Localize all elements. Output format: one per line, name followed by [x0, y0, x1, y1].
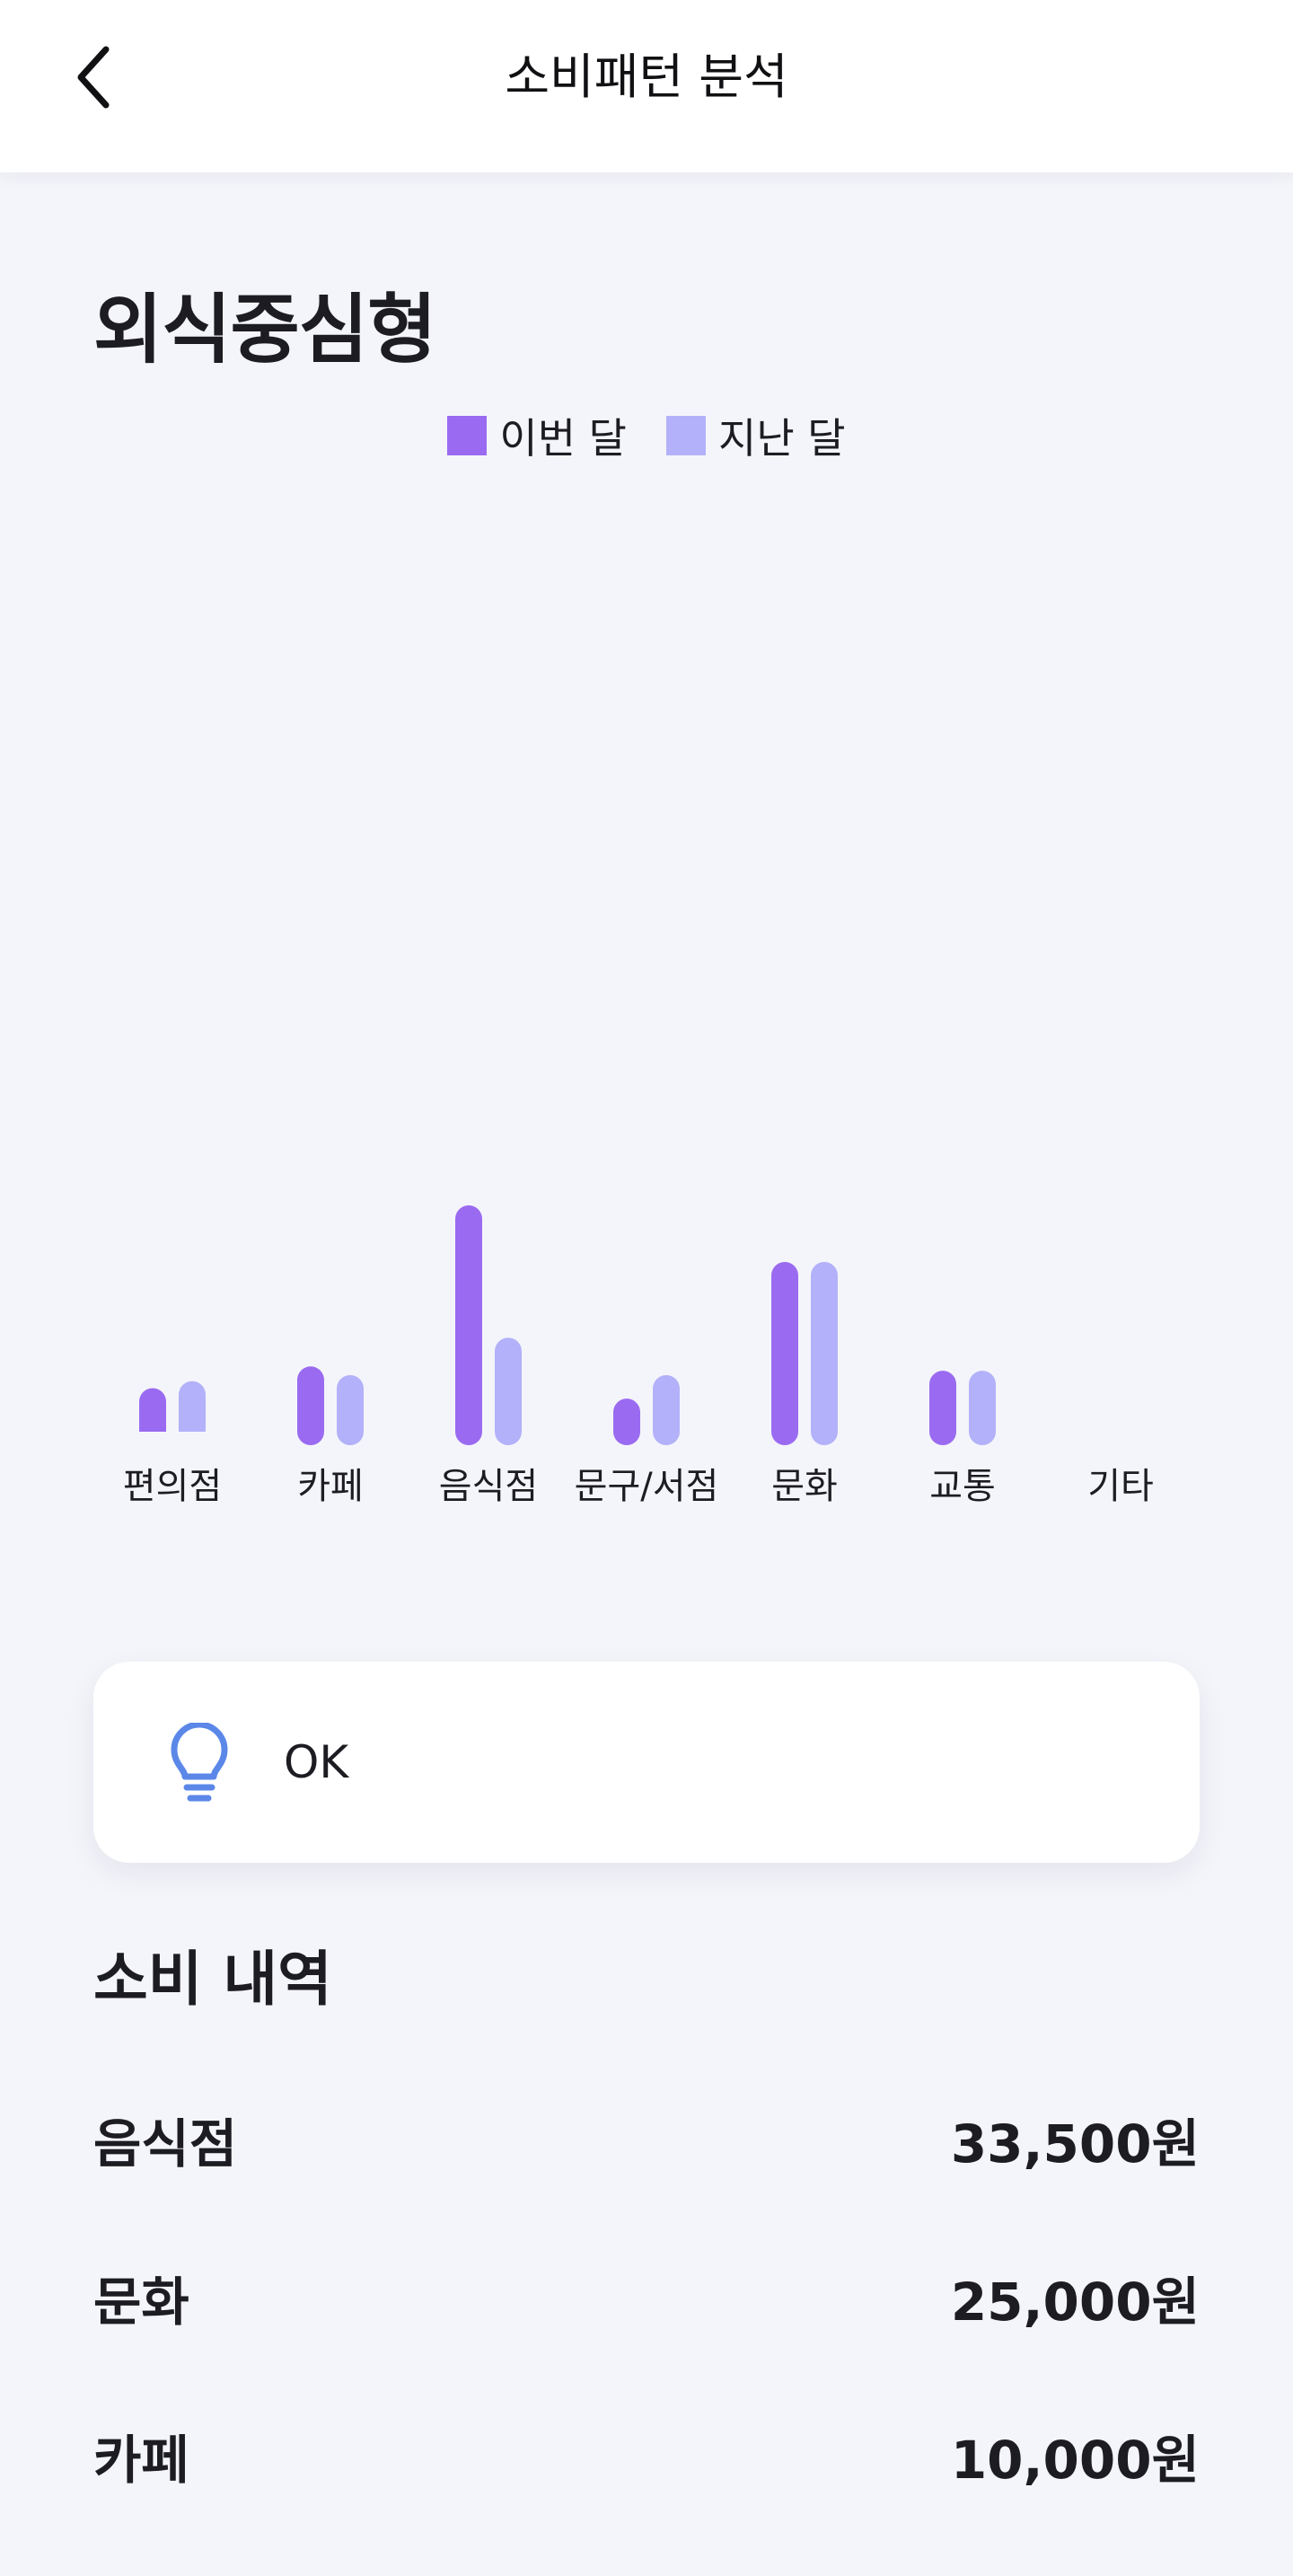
bar-this-month — [297, 1366, 324, 1445]
tip-text: OK — [284, 1736, 349, 1788]
bar-last-month — [653, 1375, 680, 1445]
tip-card: OK — [93, 1662, 1200, 1863]
legend-item-this-month: 이번 달 — [447, 406, 627, 465]
x-tick-label: 문화 — [771, 1466, 838, 1507]
list-item[interactable]: 음식점 33,500원 — [93, 2102, 1200, 2260]
bar-this-month — [929, 1371, 956, 1445]
bar-this-month — [613, 1398, 640, 1445]
legend-item-last-month: 지난 달 — [666, 406, 846, 465]
spending-type-title: 외식중심형 — [93, 286, 436, 374]
spending-category: 문화 — [93, 2272, 189, 2333]
list-item[interactable]: 카페 10,000원 — [93, 2418, 1200, 2576]
x-tick-label: 교통 — [929, 1466, 996, 1507]
list-item[interactable]: 문화 25,000원 — [93, 2260, 1200, 2418]
spending-amount: 10,000원 — [950, 2430, 1200, 2491]
bar-last-month — [969, 1371, 996, 1445]
lightbulb-icon — [163, 1721, 235, 1805]
spending-section-title: 소비 내역 — [93, 1945, 332, 2014]
page-title: 소비패턴 분석 — [505, 49, 788, 105]
spending-bar-chart: 편의점 카페 음식점 문구/서점 문화 교통 기타 — [0, 1205, 1293, 1507]
spending-list: 음식점 33,500원 문화 25,000원 카페 10,000원 — [93, 2102, 1200, 2576]
legend-swatch-last-month — [666, 416, 706, 455]
legend-label-last-month: 지난 달 — [718, 414, 846, 463]
spending-category: 카페 — [93, 2430, 189, 2491]
bar-last-month — [495, 1337, 522, 1445]
x-tick-label: 기타 — [1087, 1466, 1154, 1507]
legend-label-this-month: 이번 달 — [499, 414, 627, 463]
bar-this-month — [455, 1205, 482, 1445]
bar-last-month — [811, 1262, 838, 1445]
bar-this-month — [771, 1262, 798, 1445]
chart-legend: 이번 달 지난 달 — [0, 406, 1293, 465]
x-tick-label: 문구/서점 — [575, 1466, 719, 1507]
spending-amount: 33,500원 — [950, 2113, 1200, 2175]
bar-last-month — [337, 1375, 364, 1445]
legend-swatch-this-month — [447, 416, 488, 455]
x-tick-label: 카페 — [297, 1466, 364, 1507]
chart-baseline-mask — [0, 1432, 1293, 1451]
x-tick-label: 음식점 — [439, 1466, 538, 1507]
x-tick-label: 편의점 — [123, 1466, 222, 1507]
app-header: 소비패턴 분석 — [0, 0, 1293, 172]
spending-amount: 25,000원 — [950, 2272, 1200, 2333]
spending-category: 음식점 — [93, 2113, 238, 2175]
